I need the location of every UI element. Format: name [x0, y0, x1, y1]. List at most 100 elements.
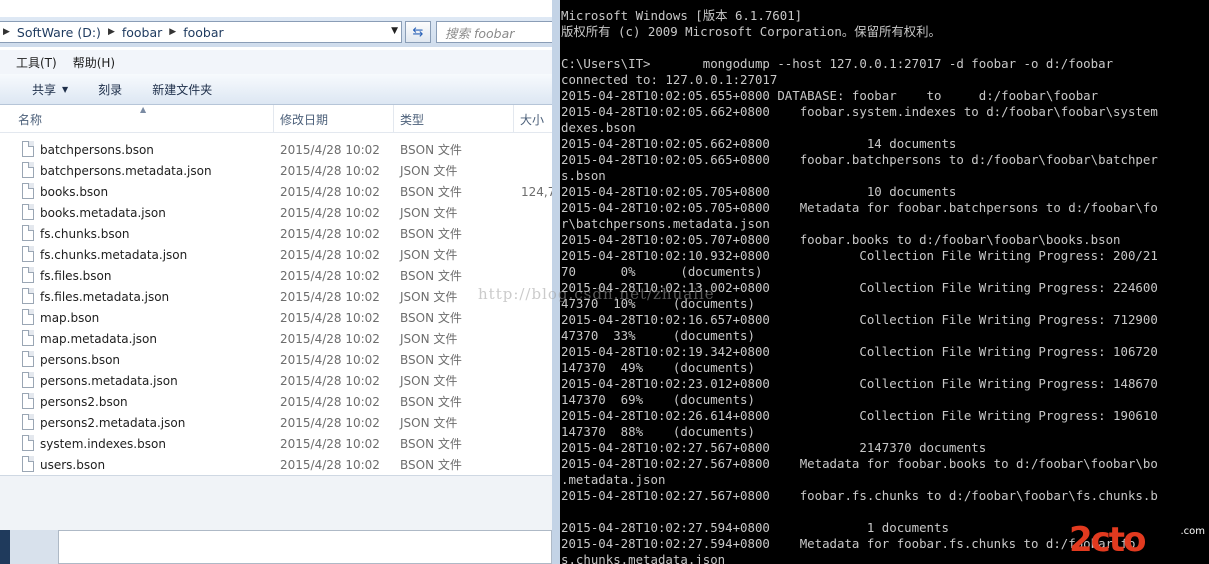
file-name: fs.chunks.metadata.json	[40, 247, 188, 262]
file-type: JSON 文件	[400, 416, 458, 430]
file-date: 2015/4/28 10:02	[280, 436, 380, 451]
breadcrumb-arrow-icon[interactable]: ▶	[166, 27, 179, 37]
console-line: 2015-04-28T10:02:27.567+0800 foobar.fs.c…	[561, 488, 1158, 503]
column-name[interactable]: 名称	[12, 105, 274, 133]
console-line: 2015-04-28T10:02:26.614+0800 Collection …	[561, 408, 1158, 423]
refresh-button[interactable]: ⇆	[405, 21, 431, 43]
file-date: 2015/4/28 10:02	[280, 247, 380, 262]
file-icon	[22, 393, 34, 409]
console-line: 2015-04-28T10:02:05.707+0800 foobar.book…	[561, 232, 1121, 247]
file-type: BSON 文件	[400, 269, 462, 283]
file-row[interactable]: persons2.metadata.json 2015/4/28 10:02 JSO…	[0, 412, 555, 433]
file-date: 2015/4/28 10:02	[280, 415, 380, 430]
breadcrumb-arrow-icon: ▶	[3, 27, 10, 37]
file-type: JSON 文件	[400, 248, 458, 262]
file-icon	[22, 414, 34, 430]
file-type: BSON 文件	[400, 353, 462, 367]
file-icon	[22, 141, 34, 157]
menu-help[interactable]: 帮助(H)	[73, 54, 115, 71]
console-line: 2015-04-28T10:02:05.665+0800 foobar.batc…	[561, 152, 1158, 167]
file-list: batchpersons.bson 2015/4/28 10:02 BSON 文件 b…	[0, 139, 555, 475]
file-row[interactable]: batchpersons.bson 2015/4/28 10:02 BSON 文件	[0, 139, 555, 160]
console-line: .metadata.json	[561, 472, 666, 487]
file-type: JSON 文件	[400, 206, 458, 220]
menu-tools[interactable]: 工具(T)	[16, 54, 57, 71]
console-line: 2015-04-28T10:02:27.594+0800 1 documents	[561, 520, 949, 535]
file-type: BSON 文件	[400, 458, 462, 472]
file-name: map.metadata.json	[40, 331, 157, 346]
file-name: persons.metadata.json	[40, 373, 178, 388]
console-line: s.bson	[561, 168, 606, 183]
file-row[interactable]: map.metadata.json 2015/4/28 10:02 JSON 文件	[0, 328, 555, 349]
file-row[interactable]: batchpersons.metadata.json 2015/4/28 10:0…	[0, 160, 555, 181]
file-row[interactable]: fs.chunks.bson 2015/4/28 10:02 BSON 文件	[0, 223, 555, 244]
file-date: 2015/4/28 10:02	[280, 226, 380, 241]
column-size[interactable]: 大小	[514, 105, 555, 133]
file-date: 2015/4/28 10:02	[280, 205, 380, 220]
console-line: 2015-04-28T10:02:27.567+0800 Metadata fo…	[561, 456, 1158, 471]
breadcrumb-item-current[interactable]: foobar	[179, 22, 227, 42]
console-line: Microsoft Windows [版本 6.1.7601]	[561, 8, 803, 23]
file-icon	[22, 456, 34, 472]
console-line: 2015-04-28T10:02:05.705+0800 Metadata fo…	[561, 200, 1158, 215]
file-row[interactable]: users.bson 2015/4/28 10:02 BSON 文件	[0, 454, 555, 475]
search-input[interactable]: 搜索 foobar	[436, 21, 555, 43]
column-type[interactable]: 类型	[394, 105, 514, 133]
address-dropdown-icon[interactable]: ▼	[391, 26, 398, 36]
menu-bar: 工具(T) 帮助(H)	[0, 50, 555, 74]
console-line: 2015-04-28T10:02:27.594+0800 Metadata fo…	[561, 536, 1136, 551]
breadcrumb-item-folder[interactable]: foobar	[118, 22, 166, 42]
console-line: 2015-04-28T10:02:27.567+0800 2147370 doc…	[561, 440, 987, 455]
file-date: 2015/4/28 10:02	[280, 394, 380, 409]
background-window	[58, 530, 552, 564]
file-row[interactable]: persons.metadata.json 2015/4/28 10:02 JSON…	[0, 370, 555, 391]
file-type: JSON 文件	[400, 164, 458, 178]
file-row[interactable]: system.indexes.bson 2015/4/28 10:02 BSON 文…	[0, 433, 555, 454]
file-icon	[22, 225, 34, 241]
file-date: 2015/4/28 10:02	[280, 184, 380, 199]
file-date: 2015/4/28 10:02	[280, 457, 380, 472]
file-name: fs.files.bson	[40, 268, 112, 283]
console-line: r\batchpersons.metadata.json	[561, 216, 770, 231]
console-line: 147370 69% (documents)	[561, 392, 755, 407]
file-icon	[22, 204, 34, 220]
console-line: s.chunks.metadata.json	[561, 552, 726, 564]
column-header: ▲ 名称 修改日期 类型 大小	[0, 105, 555, 133]
breadcrumb-arrow-icon[interactable]: ▶	[105, 27, 118, 37]
console-output[interactable]: Microsoft Windows [版本 6.1.7601] 版权所有 (c) …	[560, 0, 1209, 564]
file-row[interactable]: persons.bson 2015/4/28 10:02 BSON 文件	[0, 349, 555, 370]
file-icon	[22, 267, 34, 283]
file-row[interactable]: persons2.bson 2015/4/28 10:02 BSON 文件	[0, 391, 555, 412]
file-row[interactable]: books.metadata.json 2015/4/28 10:02 JSON 文…	[0, 202, 555, 223]
file-name: system.indexes.bson	[40, 436, 166, 451]
new-folder-button[interactable]: 新建文件夹	[137, 81, 227, 98]
console-line: 47370 33% (documents)	[561, 328, 755, 343]
column-date[interactable]: 修改日期	[274, 105, 394, 133]
file-type: BSON 文件	[400, 185, 462, 199]
breadcrumb-item-drive[interactable]: SoftWare (D:)	[13, 22, 105, 42]
console-line: 70 0% (documents)	[561, 264, 763, 279]
file-row[interactable]: fs.chunks.metadata.json 2015/4/28 10:02 JS…	[0, 244, 555, 265]
logo-suffix: .com	[1180, 526, 1205, 537]
file-row[interactable]: books.bson 2015/4/28 10:02 BSON 文件 124,7	[0, 181, 555, 202]
file-row[interactable]: map.bson 2015/4/28 10:02 BSON 文件	[0, 307, 555, 328]
console-line: 147370 49% (documents)	[561, 360, 755, 375]
file-icon	[22, 162, 34, 178]
share-button[interactable]: 共享 ▼	[0, 81, 83, 98]
file-type: JSON 文件	[400, 374, 458, 388]
burn-button[interactable]: 刻录	[83, 81, 137, 98]
file-date: 2015/4/28 10:02	[280, 163, 380, 178]
console-line: 2015-04-28T10:02:10.932+0800 Collection …	[561, 248, 1158, 263]
file-icon	[22, 246, 34, 262]
file-name: batchpersons.metadata.json	[40, 163, 212, 178]
file-date: 2015/4/28 10:02	[280, 142, 380, 157]
console-line: connected to: 127.0.0.1:27017	[561, 72, 778, 87]
chevron-down-icon: ▼	[62, 84, 69, 94]
file-type: BSON 文件	[400, 437, 462, 451]
address-bar[interactable]: ▶ SoftWare (D:) ▶ foobar ▶ foobar ▼	[0, 21, 402, 43]
file-icon	[22, 288, 34, 304]
file-type: BSON 文件	[400, 395, 462, 409]
file-row[interactable]: fs.files.metadata.json 2015/4/28 10:02 JSO…	[0, 286, 555, 307]
file-row[interactable]: fs.files.bson 2015/4/28 10:02 BSON 文件	[0, 265, 555, 286]
file-name: persons.bson	[40, 352, 121, 367]
